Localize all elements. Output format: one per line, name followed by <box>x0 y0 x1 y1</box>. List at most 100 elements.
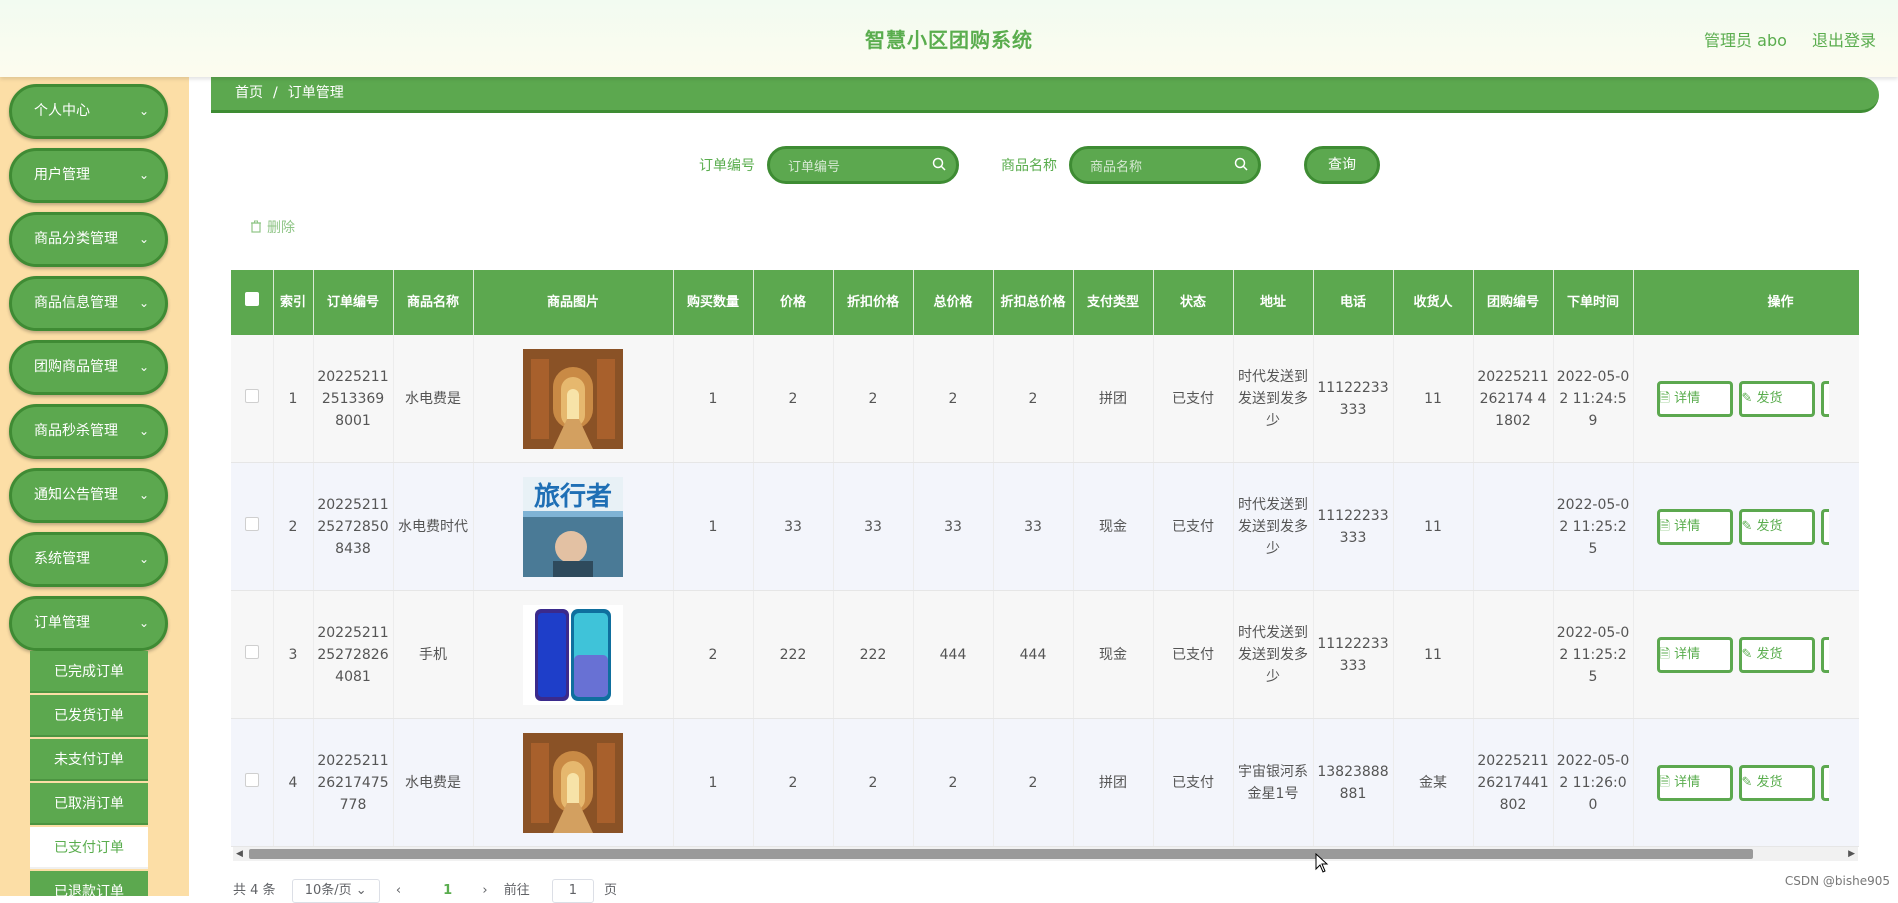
goto-page-input[interactable]: 1 <box>551 879 594 903</box>
row-checkbox[interactable] <box>244 772 259 787</box>
sidebar-item-system-management[interactable]: 系统管理 ⌄ <box>9 532 168 587</box>
column-header: 索引 <box>273 270 314 335</box>
cell-price: 33 <box>753 462 834 591</box>
cell-image <box>473 335 674 463</box>
chevron-down-icon: ⌄ <box>138 360 149 374</box>
detail-button[interactable]: 🗎 详情 <box>1656 636 1733 673</box>
column-header: 收货人 <box>1393 270 1474 335</box>
cell-order-no: 20225211252728264081 <box>313 590 394 719</box>
cell-order-no: 2022521126217475778 <box>313 718 394 847</box>
ship-label: 发货 <box>1756 646 1783 662</box>
cell-name: 手机 <box>393 590 474 719</box>
submenu-paid-orders[interactable]: 已支付订单 <box>30 827 148 869</box>
sidebar-item-notice-management[interactable]: 通知公告管理 ⌄ <box>9 468 168 523</box>
detail-label: 详情 <box>1674 518 1701 534</box>
sidebar-item-groupbuy-management[interactable]: 团购商品管理 ⌄ <box>9 340 168 395</box>
detail-button[interactable]: 🗎 详情 <box>1656 508 1733 545</box>
cell-actions: 🗎 详情 ✎ 发货 <box>1633 335 1859 463</box>
cell-pay-type: 现金 <box>1073 462 1154 591</box>
cell-status: 已支付 <box>1153 462 1234 591</box>
cell-image <box>473 590 674 719</box>
sidebar-item-flashsale-management[interactable]: 商品秒杀管理 ⌄ <box>9 404 168 459</box>
scroll-right-icon[interactable]: ▶ <box>1848 847 1855 861</box>
cell-index: 4 <box>273 718 314 847</box>
submenu-refunded-orders[interactable]: 已退款订单 <box>30 871 148 896</box>
site-title: 智慧小区团购系统 <box>865 28 1033 52</box>
cell-discount-total: 444 <box>993 590 1074 719</box>
cell-discount-total: 2 <box>993 335 1074 463</box>
cell-index: 1 <box>273 335 314 463</box>
order-no-search-box[interactable] <box>767 146 959 184</box>
product-name-input[interactable] <box>1088 157 1232 177</box>
scrollbar-thumb[interactable] <box>249 849 1753 859</box>
column-header: 订单编号 <box>313 270 394 335</box>
more-action-button[interactable] <box>1820 636 1829 673</box>
ship-button[interactable]: ✎ 发货 <box>1738 764 1815 801</box>
more-action-button[interactable] <box>1820 380 1829 417</box>
more-action-button[interactable] <box>1820 764 1829 801</box>
submenu-shipped-orders[interactable]: 已发货订单 <box>30 695 148 737</box>
cell-status: 已支付 <box>1153 590 1234 719</box>
cell-actions: 🗎 详情 ✎ 发货 <box>1633 718 1859 847</box>
cell-group-no <box>1473 462 1554 591</box>
table-row: 1 202252112513369 8001 水电费是 1 2 2 2 2 拼团… <box>231 335 1859 463</box>
product-name-search-box[interactable] <box>1069 146 1261 184</box>
more-action-button[interactable] <box>1820 508 1829 545</box>
sidebar-item-label: 订单管理 <box>34 615 90 631</box>
detail-button[interactable]: 🗎 详情 <box>1656 380 1733 417</box>
submenu-unpaid-orders[interactable]: 未支付订单 <box>30 739 148 781</box>
cell-index: 2 <box>273 462 314 591</box>
cell-group-no: 20225211262174 41802 <box>1473 335 1554 463</box>
submenu-cancelled-orders[interactable]: 已取消订单 <box>30 783 148 825</box>
delete-button[interactable]: 删除 <box>250 217 295 237</box>
cell-discount-total: 33 <box>993 462 1074 591</box>
breadcrumb-separator: / <box>273 85 278 101</box>
row-checkbox[interactable] <box>244 388 259 403</box>
breadcrumb-home[interactable]: 首页 <box>235 85 263 101</box>
cell-total: 444 <box>913 590 994 719</box>
cell-discount-total: 2 <box>993 718 1074 847</box>
cell-actions: 🗎 详情 ✎ 发货 <box>1633 590 1859 719</box>
ship-label: 发货 <box>1756 774 1783 790</box>
cell-time: 2022-05-02 11:25:25 <box>1553 590 1634 719</box>
search-icon <box>932 157 946 171</box>
cell-order-no: 202252112513369 8001 <box>313 335 394 463</box>
sidebar-item-label: 商品分类管理 <box>34 231 118 247</box>
order-no-label: 订单编号 <box>699 158 755 174</box>
ship-button[interactable]: ✎ 发货 <box>1738 636 1815 673</box>
page-size-select[interactable]: 10条/页 ⌄ <box>291 879 380 903</box>
cell-total: 2 <box>913 335 994 463</box>
query-button[interactable]: 查询 <box>1304 146 1380 184</box>
ship-button[interactable]: ✎ 发货 <box>1738 380 1815 417</box>
cell-time: 2022-05-02 11:24:59 <box>1553 335 1634 463</box>
sidebar-item-order-management[interactable]: 订单管理 ⌄ <box>9 596 168 651</box>
row-checkbox[interactable] <box>244 516 259 531</box>
sidebar-item-label: 个人中心 <box>34 103 90 119</box>
ship-button[interactable]: ✎ 发货 <box>1738 508 1815 545</box>
submenu-completed-orders[interactable]: 已完成订单 <box>30 651 148 693</box>
cell-qty: 1 <box>673 335 754 463</box>
horizontal-scrollbar[interactable]: ◀ ▶ <box>233 847 1858 861</box>
sidebar-item-category-management[interactable]: 商品分类管理 ⌄ <box>9 212 168 267</box>
cell-time: 2022-05-02 11:25:25 <box>1553 462 1634 591</box>
order-no-input[interactable] <box>786 157 930 177</box>
cell-group-no: 2022521126217441802 <box>1473 718 1554 847</box>
cell-qty: 1 <box>673 718 754 847</box>
logout-link[interactable]: 退出登录 <box>1812 31 1876 50</box>
scroll-left-icon[interactable]: ◀ <box>236 847 243 861</box>
chevron-down-icon: ⌄ <box>138 552 149 566</box>
admin-user[interactable]: 管理员 abo <box>1704 31 1787 50</box>
sidebar-item-user-management[interactable]: 用户管理 ⌄ <box>9 148 168 203</box>
sidebar-item-personal-center[interactable]: 个人中心 ⌄ <box>9 84 168 139</box>
sidebar-item-product-management[interactable]: 商品信息管理 ⌄ <box>9 276 168 331</box>
delete-label: 删除 <box>267 220 295 236</box>
chevron-down-icon: ⌄ <box>138 488 149 502</box>
select-all-checkbox[interactable] <box>244 292 259 306</box>
detail-button[interactable]: 🗎 详情 <box>1656 764 1733 801</box>
row-checkbox[interactable] <box>244 644 259 659</box>
cell-address: 时代发送到发送到发多少 <box>1233 462 1314 591</box>
chevron-down-icon: ⌄ <box>138 424 149 438</box>
table-row: 3 20225211252728264081 手机 2 222 222 444 … <box>231 590 1859 719</box>
row-select-cell <box>231 462 274 591</box>
row-select-cell <box>231 718 274 847</box>
